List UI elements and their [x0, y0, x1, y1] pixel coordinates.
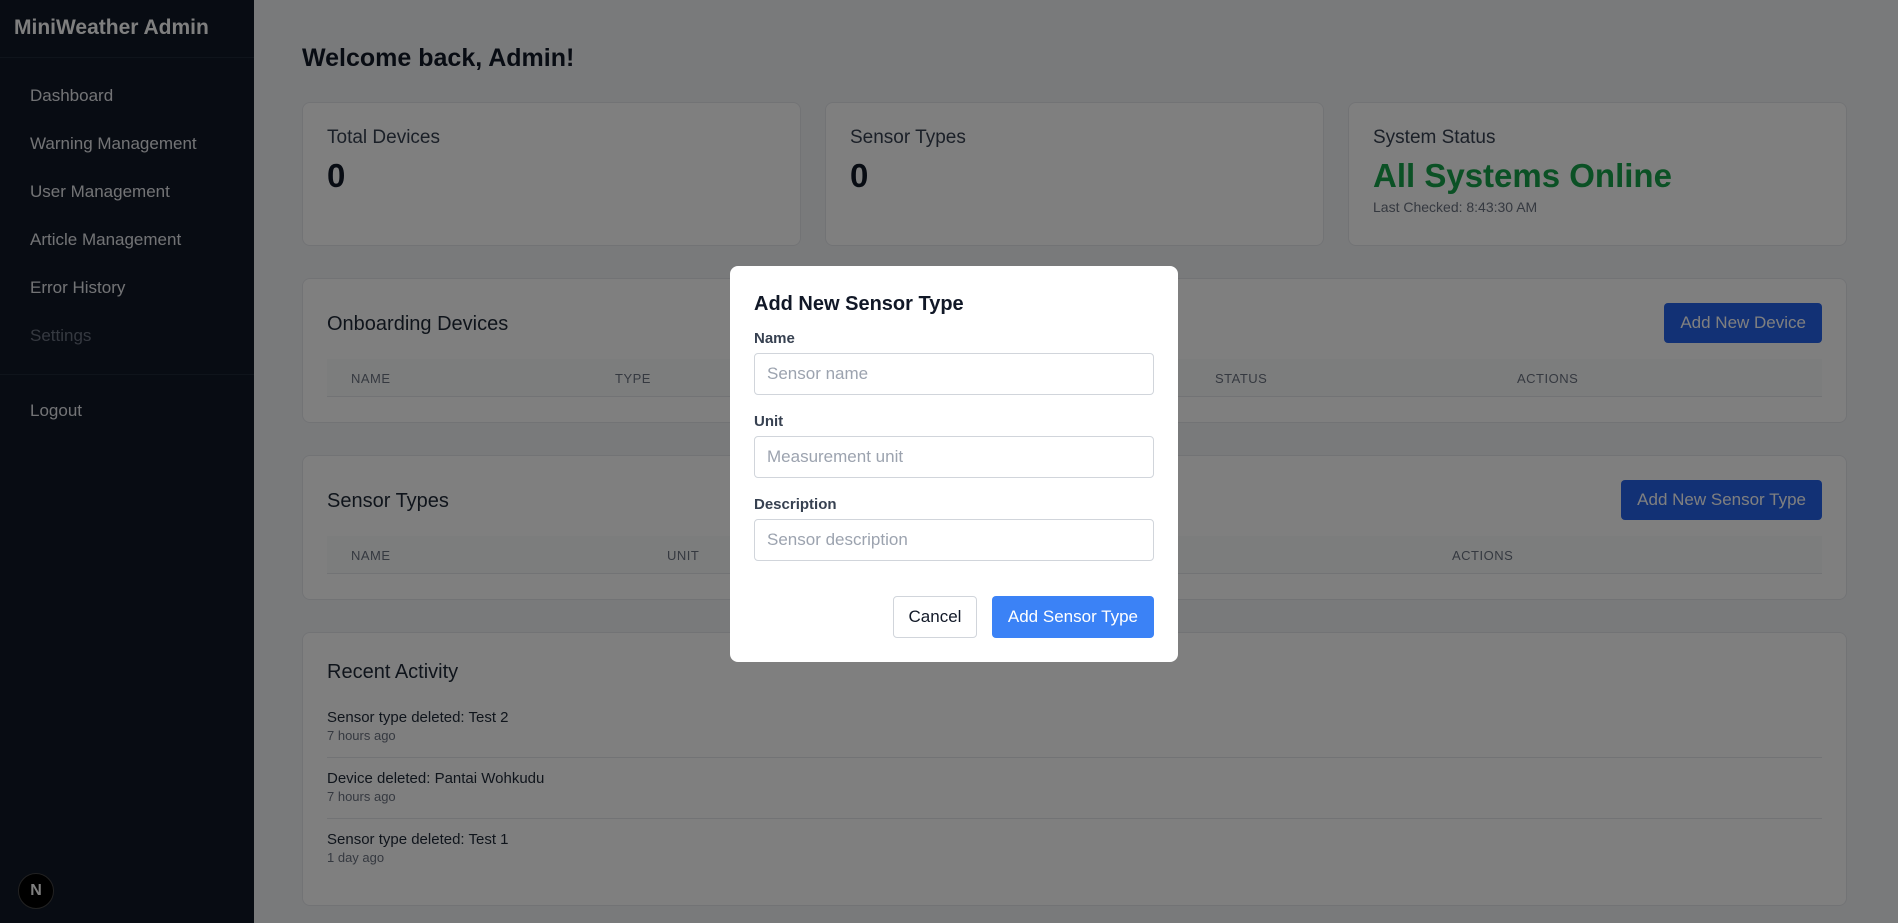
name-label: Name [754, 330, 795, 347]
modal-title: Add New Sensor Type [754, 293, 964, 315]
add-sensor-type-modal: Add New Sensor Type Name Unit Descriptio… [730, 266, 1178, 662]
description-input[interactable] [754, 519, 1154, 561]
cancel-button[interactable]: Cancel [892, 596, 978, 638]
unit-input[interactable] [754, 436, 1154, 478]
unit-label: Unit [754, 413, 784, 430]
add-sensor-type-submit-button[interactable]: Add Sensor Type [991, 596, 1154, 638]
description-label: Description [754, 496, 837, 513]
sensor-name-input[interactable] [754, 353, 1154, 395]
modal-actions: Cancel Add Sensor Type [892, 596, 1154, 638]
